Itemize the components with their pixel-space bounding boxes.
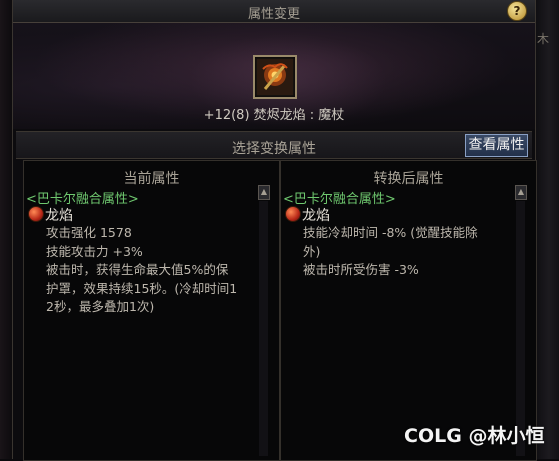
converted-attributes-panel: 转换后属性 ▲ <巴卡尔融合属性> 龙焰 技能冷却时间 -8% (觉醒技能除 外… <box>280 160 537 461</box>
attribute-name: 龙焰 <box>45 208 73 224</box>
attribute-line: 2秒，最多叠加1次) <box>46 299 155 314</box>
flame-staff-icon <box>257 59 293 95</box>
window-title: 属性变更 <box>247 7 300 22</box>
item-name: +12(8) 焚烬龙焰 : 魔杖 <box>203 108 345 123</box>
attribute-line: 外) <box>303 243 321 259</box>
watermark-user: @林小恒 <box>468 425 545 447</box>
item-banner: +12(8) 焚烬龙焰 : 魔杖 <box>13 23 535 129</box>
section-title: 选择变换属性 <box>232 141 316 157</box>
attribute-line: 攻击强化 1578 <box>46 225 132 240</box>
left-background-edge <box>0 0 12 459</box>
attribute-group-label: <巴卡尔融合属性> <box>26 192 139 207</box>
view-attributes-button[interactable]: 查看属性 <box>465 134 528 157</box>
attribute-name: 龙焰 <box>302 208 330 224</box>
right-background-edge <box>534 0 559 459</box>
help-button[interactable]: ? <box>507 1 527 21</box>
attribute-line: 技能攻击力 +3% <box>46 243 143 259</box>
item-slot[interactable] <box>253 55 297 99</box>
current-attributes-panel: 当前属性 ▲ <巴卡尔融合属性> 龙焰 攻击强化 1578 技能攻击力 +3% … <box>23 160 280 461</box>
panel-header-converted: 转换后属性 <box>373 171 444 187</box>
attribute-lines: 技能冷却时间 -8% (觉醒技能除 外) 被击时所受伤害 -3% <box>303 224 513 280</box>
watermark-brand: COLG <box>404 425 462 447</box>
titlebar: 属性变更 ? <box>13 0 535 23</box>
attribute-change-window: 属性变更 ? +12(8) 焚烬龙焰 : 魔杖 选择变换属性 查看属性 当前属性… <box>12 0 537 461</box>
dragon-flame-icon <box>28 206 44 222</box>
attribute-line: 护罩，效果持续15秒。(冷却时间1 <box>46 280 238 296</box>
scroll-up-button[interactable]: ▲ <box>258 185 270 200</box>
scrollbar-track[interactable] <box>259 201 268 456</box>
attribute-line: 被击时所受伤害 -3% <box>303 262 419 277</box>
attribute-lines: 攻击强化 1578 技能攻击力 +3% 被击时，获得生命最大值5%的保 护罩，效… <box>46 224 256 317</box>
dragon-flame-icon <box>285 206 301 222</box>
scroll-up-button[interactable]: ▲ <box>515 185 527 200</box>
attribute-line: 被击时，获得生命最大值5%的保 <box>46 262 229 277</box>
panel-header-current: 当前属性 <box>123 171 180 187</box>
attribute-line: 技能冷却时间 -8% (觉醒技能除 <box>303 225 478 240</box>
attribute-group-label: <巴卡尔融合属性> <box>283 192 396 207</box>
watermark: COLG @林小恒 <box>404 421 544 448</box>
background-glyph: 木 <box>537 32 550 46</box>
section-bar: 选择变换属性 查看属性 <box>16 131 532 159</box>
scrollbar-track[interactable] <box>516 201 525 456</box>
